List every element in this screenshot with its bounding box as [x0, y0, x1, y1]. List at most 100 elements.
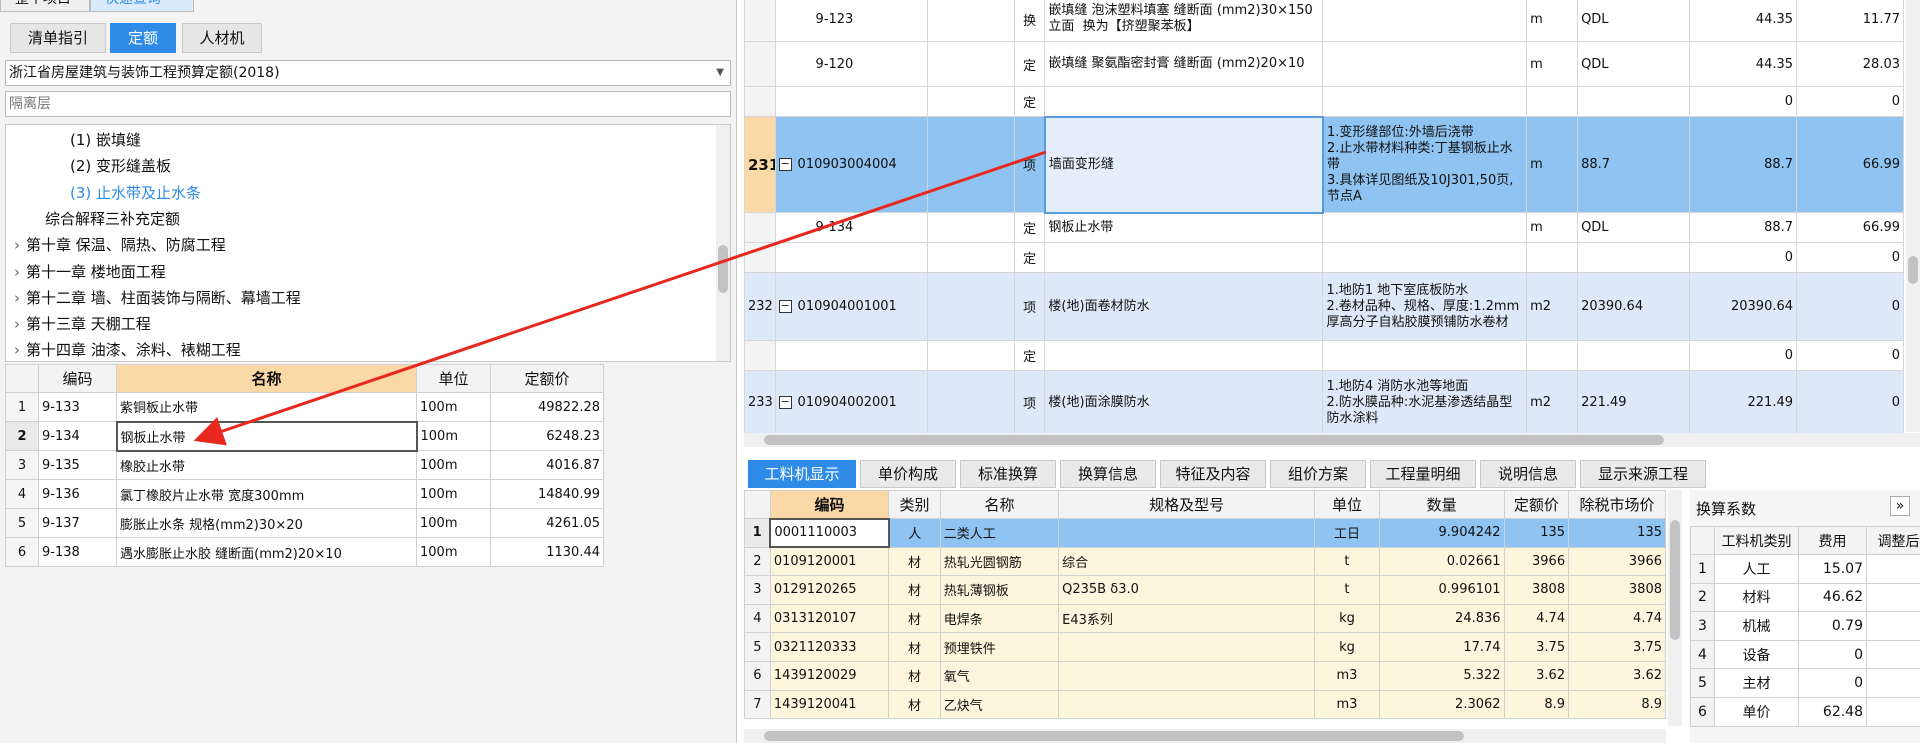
col-adjusted-header[interactable]: 调整后: [1866, 526, 1920, 555]
collapse-icon[interactable]: −: [778, 300, 792, 313]
table-row[interactable]: 6 单价 62.48: [1690, 696, 1920, 727]
cell-name[interactable]: 楼(地)面涂膜防水: [1044, 370, 1324, 435]
chevron-right-icon[interactable]: ›: [14, 315, 20, 333]
col-name-header[interactable]: 名称: [116, 364, 417, 393]
table-row[interactable]: 4 9-136 氯丁橡胶片止水带 宽度300mm 100m 14840.99: [5, 479, 604, 509]
table-row[interactable]: 1 人工 15.07: [1690, 554, 1920, 584]
tree-item[interactable]: (3) 止水带及止水条: [70, 180, 201, 206]
chevron-right-icon[interactable]: ›: [14, 341, 20, 359]
table-row[interactable]: 5 主材 0: [1690, 668, 1920, 698]
tree-item[interactable]: › 第十三章 天棚工程: [14, 311, 151, 337]
col-code-header[interactable]: 编码: [38, 364, 117, 393]
detail-tab[interactable]: 工料机显示: [748, 460, 856, 488]
col-market-price-header[interactable]: 除税市场价: [1568, 490, 1666, 519]
table-row[interactable]: 6 1439120029 材氧气 m3 5.322 3.62 3.62: [744, 660, 1666, 691]
table-row[interactable]: 1 9-133 紫铜板止水带 100m 49822.28: [5, 392, 604, 422]
chevron-down-icon[interactable]: ▼: [716, 61, 724, 85]
tree-item[interactable]: (2) 变形缝盖板: [70, 153, 171, 179]
material-grid-hscroll[interactable]: [744, 729, 1666, 743]
search-input[interactable]: [5, 91, 731, 117]
bill-row[interactable]: 231−010903004004 项墙面变形缝1.变形缝部位:外墙后浇带 2.止水…: [744, 115, 1904, 214]
col-price-header[interactable]: 定额价: [490, 364, 604, 393]
col-code-header[interactable]: 编码: [769, 490, 890, 519]
cell-feat[interactable]: 1.地防4 消防水池等地面 2.防水膜品种:水泥基渗透结晶型防水涂料: [1322, 370, 1528, 435]
bill-grid-vscroll[interactable]: [1906, 0, 1920, 432]
cell-name[interactable]: [1044, 86, 1324, 117]
tree-item[interactable]: › 第十章 保温、隔热、防腐工程: [14, 232, 226, 258]
bill-row[interactable]: 定 00: [744, 242, 1904, 273]
col-unit-header[interactable]: 单位: [416, 364, 491, 393]
bill-row[interactable]: 9-120 定嵌填缝 聚氨酯密封膏 缝断面 (mm2)20×10 m QDL 44.35…: [744, 41, 1904, 87]
col-quantity-header[interactable]: 数量: [1378, 490, 1505, 519]
detail-tab[interactable]: 单价构成: [860, 460, 956, 488]
chevron-right-icon[interactable]: ›: [14, 236, 20, 254]
bill-row[interactable]: 9-123 换嵌填缝 泡沫塑料填塞 缝断面 (mm2)30×150立面 换为【挤塑…: [744, 0, 1904, 42]
table-row[interactable]: 3 9-135 橡胶止水带 100m 4016.87: [5, 450, 604, 480]
tree-item[interactable]: › 第十二章 墙、柱面装饰与隔断、幕墙工程: [14, 285, 301, 311]
tab-bill-guide[interactable]: 清单指引: [10, 23, 106, 53]
tab-whole-project[interactable]: 整个项目: [0, 0, 90, 12]
col-category-header[interactable]: 工料机类别: [1714, 526, 1799, 555]
cell-name[interactable]: [1044, 242, 1324, 273]
detail-tab[interactable]: 说明信息: [1480, 460, 1576, 488]
tab-quick-query[interactable]: 快速查询: [90, 0, 194, 12]
cell-name[interactable]: 楼(地)面卷材防水: [1044, 272, 1324, 341]
tree-item[interactable]: › 第十一章 楼地面工程: [14, 259, 166, 285]
cell-feat[interactable]: [1322, 86, 1528, 117]
table-row[interactable]: 6 9-138 遇水膨胀止水胶 缝断面(mm2)20×10 100m 1130.44: [5, 537, 604, 567]
cell-feat[interactable]: [1322, 340, 1528, 371]
col-quota-price-header[interactable]: 定额价: [1503, 490, 1570, 519]
col-category-header[interactable]: 类别: [888, 490, 941, 519]
table-row[interactable]: 5 9-137 膨胀止水条 规格(mm2)30×20 100m 4261.05: [5, 508, 604, 538]
detail-tab[interactable]: 工程量明细: [1370, 460, 1476, 488]
cell-name[interactable]: 钢板止水带: [1044, 212, 1324, 243]
tab-labor-material[interactable]: 人材机: [182, 23, 262, 53]
table-row[interactable]: 3 0129120265 材热轧薄钢板 Q235B δ3.0 t 0.996101 3808…: [744, 575, 1666, 605]
table-row[interactable]: 3 机械 0.79: [1690, 611, 1920, 641]
table-row[interactable]: 4 设备 0: [1690, 639, 1920, 670]
tree-item[interactable]: 综合解释三补充定额: [45, 206, 180, 232]
cell-feat[interactable]: 1.地防1 地下室底板防水 2.卷材品种、规格、厚度:1.2mm 厚高分子自粘胶…: [1322, 272, 1528, 341]
col-spec-header[interactable]: 规格及型号: [1058, 490, 1316, 519]
detail-tab[interactable]: 特征及内容: [1160, 460, 1266, 488]
cell-feat[interactable]: 1.变形缝部位:外墙后浇带 2.止水带材料种类:丁基钢板止水带 3.具体详见图纸…: [1322, 116, 1528, 213]
tree-item[interactable]: (1) 嵌填缝: [70, 127, 141, 153]
expand-icon[interactable]: »: [1890, 496, 1910, 516]
quota-standard-select[interactable]: 浙江省房屋建筑与装饰工程预算定额(2018) ▼: [5, 60, 731, 86]
chevron-right-icon[interactable]: ›: [14, 263, 20, 281]
material-grid-vscroll[interactable]: [1668, 490, 1682, 726]
cell-name[interactable]: 嵌填缝 聚氨酯密封膏 缝断面 (mm2)20×10: [1044, 41, 1324, 87]
bill-row[interactable]: 232−010904001001 项楼(地)面卷材防水 1.地防1 地下室底板防水 …: [744, 272, 1904, 341]
table-row[interactable]: 7 1439120041 材乙炔气 m3 2.3062 8.9 8.9: [744, 689, 1666, 720]
table-row[interactable]: 2 0109120001 材热轧光圆钢筋 综合 t 0.02661 3966 3966: [744, 546, 1666, 577]
chevron-right-icon[interactable]: ›: [14, 289, 20, 307]
cell-feat[interactable]: [1322, 242, 1528, 273]
col-fee-header[interactable]: 费用: [1798, 526, 1867, 555]
bill-row[interactable]: 9-134 定钢板止水带 m QDL 88.7 66.99: [744, 212, 1904, 243]
table-row[interactable]: 4 0313120107 材电焊条 E43系列 kg 24.836 4.74 4.74: [744, 603, 1666, 634]
table-row[interactable]: 2 9-134 钢板止水带 100m 6248.23: [5, 420, 604, 452]
tab-quota[interactable]: 定额: [110, 23, 176, 53]
bill-row[interactable]: 定 00: [744, 86, 1904, 117]
table-row[interactable]: 2 材料 46.62: [1690, 582, 1920, 613]
cell-name[interactable]: 墙面变形缝: [1043, 115, 1324, 214]
bill-grid-hscroll[interactable]: [744, 433, 1920, 447]
cell-feat[interactable]: [1322, 41, 1528, 87]
col-name-header[interactable]: 名称: [939, 490, 1060, 519]
bill-row[interactable]: 233−010904002001 项楼(地)面涂膜防水 1.地防4 消防水池等地面 …: [744, 370, 1904, 435]
bill-row[interactable]: 定 00: [744, 340, 1904, 371]
col-unit-header[interactable]: 单位: [1314, 490, 1380, 519]
cell-feat[interactable]: [1322, 0, 1528, 42]
detail-tab[interactable]: 组价方案: [1270, 460, 1366, 488]
cell-name[interactable]: 嵌填缝 泡沫塑料填塞 缝断面 (mm2)30×150立面 换为【挤塑聚苯板】: [1044, 0, 1324, 42]
tree-item[interactable]: › 第十四章 油漆、涂料、裱糊工程: [14, 337, 241, 361]
collapse-icon[interactable]: −: [778, 158, 792, 171]
collapse-icon[interactable]: −: [778, 396, 792, 409]
table-row[interactable]: 5 0321120333 材预埋铁件 kg 17.74 3.75 3.75: [744, 632, 1666, 662]
detail-tab[interactable]: 标准换算: [960, 460, 1056, 488]
detail-tab[interactable]: 换算信息: [1060, 460, 1156, 488]
detail-tab[interactable]: 显示来源工程: [1580, 460, 1706, 488]
cell-name[interactable]: [1044, 340, 1324, 371]
table-row[interactable]: 1 0001110003 人二类人工 工日 9.904242 135 135: [744, 517, 1666, 549]
tree-vscroll[interactable]: [716, 125, 730, 361]
